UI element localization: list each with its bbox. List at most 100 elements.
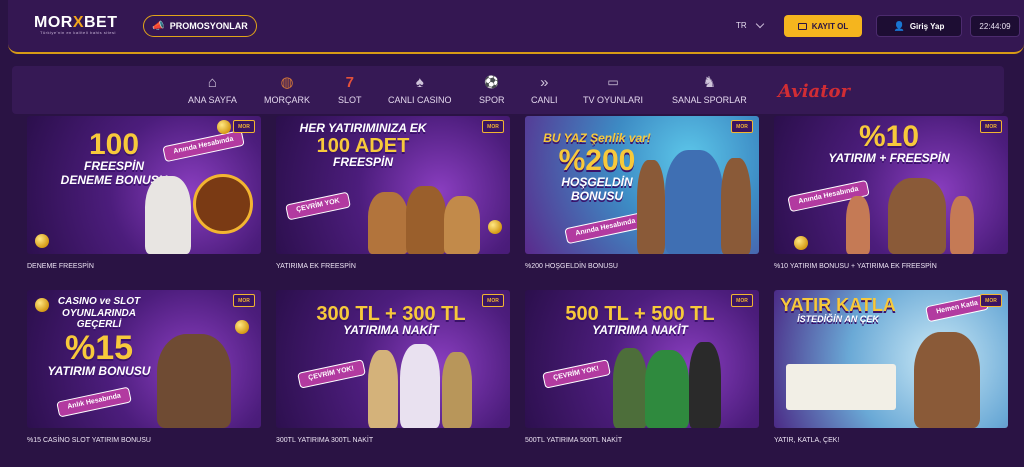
promo-pill: ÇEVRİM YOK! [542, 359, 611, 389]
promo-headline: 300 TL + 300 TL YATIRIMA NAKİT [296, 304, 486, 338]
nav-item-morcark[interactable]: ◍ MORÇARK [264, 74, 310, 105]
promo-caption: 500TL YATIRIMA 500TL NAKİT [525, 437, 623, 444]
top-header: MORXBET Türkiye'nin en kaliteli bahis si… [8, 0, 1024, 54]
main-nav: ⌂ ANA SAYFA ◍ MORÇARK 7 SLOT ♠ CANLI CAS… [12, 66, 1004, 114]
register-icon [797, 22, 807, 30]
promo-badge: MOR [980, 120, 1002, 133]
promo-caption: YATIRIMA EK FREESPİN [276, 263, 356, 270]
logo-tagline: Türkiye'nin en kaliteli bahis sitesi [40, 30, 116, 35]
coin-decoration [488, 220, 502, 234]
promo-big-text: YATIR KATLA [780, 295, 896, 315]
nav-label: TV OYUNLARI [583, 95, 644, 105]
promo-caption: %200 HOŞGELDİN BONUSU [525, 263, 618, 270]
man-figure [888, 178, 946, 254]
language-selector[interactable]: TR [736, 19, 764, 30]
promo-badge: MOR [731, 120, 753, 133]
promo-badge: MOR [731, 294, 753, 307]
register-button[interactable]: KAYIT OL [784, 15, 862, 37]
seven-icon: 7 [345, 73, 354, 91]
promo-badge: MOR [233, 294, 255, 307]
horse-icon: ♞ [702, 74, 717, 91]
nav-item-ana-sayfa[interactable]: ⌂ ANA SAYFA [188, 73, 237, 106]
spade-icon: ♠ [415, 73, 424, 91]
promo-line: CASINO ve SLOT OYUNLARINDA GEÇERLİ [57, 296, 141, 330]
megaphone-icon: 📣 [152, 20, 165, 32]
goddess-figure [368, 350, 398, 428]
dog-figure [444, 196, 480, 254]
promo-banner[interactable]: YATIR KATLA İSTEDİĞİN AN ÇEK Hemen Katla… [774, 290, 1008, 428]
promo-banner[interactable]: 300 TL + 300 TL YATIRIMA NAKİT ÇEVRİM YO… [276, 290, 510, 428]
man-figure [637, 160, 665, 254]
man-figure [914, 332, 980, 428]
promo-banner[interactable]: %10 YATIRIM + FREESPİN Anında Hesabında … [774, 116, 1008, 254]
home-icon: ⌂ [207, 73, 217, 91]
promo-big-text: %15 [64, 328, 134, 367]
promo-caption: YATIR, KATLA, ÇEK! [774, 437, 840, 444]
old-man-figure [157, 334, 231, 428]
promo-big-text: 500 TL + 500 TL [565, 303, 715, 325]
hunter-figure [613, 348, 647, 428]
coin-decoration [35, 298, 49, 312]
zeus-figure [400, 344, 440, 428]
user-icon: 👤 [893, 20, 905, 31]
promo-line: FREESPİN [83, 159, 144, 173]
promo-badge: MOR [980, 294, 1002, 307]
live-icon: » [540, 73, 549, 91]
nav-item-canli[interactable]: » CANLI [531, 73, 558, 106]
nav-item-tv-oyunlari[interactable]: ▭ TV OYUNLARI [583, 74, 643, 105]
woman-figure [950, 196, 974, 254]
promo-headline: CASINO ve SLOT OYUNLARINDA GEÇERLİ %15 Y… [39, 296, 159, 378]
promo-banner[interactable]: HER YATIRIMINIZA EK 100 ADET FREESPİN ÇE… [276, 116, 510, 254]
promo-big-text: %10 [858, 120, 920, 153]
promo-headline: HER YATIRIMINIZA EK 100 ADET FREESPİN [288, 121, 438, 170]
wheel-icon: ◍ [280, 74, 294, 91]
wheel-figure [193, 174, 253, 234]
nav-label: SANAL SPORLAR [672, 95, 747, 105]
promo-caption: 300TL YATIRIMA 300TL NAKİT [276, 437, 374, 444]
promo-line: YATIRIMA NAKİT [592, 323, 688, 337]
promo-banner[interactable]: BU YAZ Şenlik var! %200 HOŞGELDİN BONUSU… [525, 116, 759, 254]
promo-caption: DENEME FREESPİN [27, 263, 94, 270]
language-label: TR [736, 21, 747, 30]
coin-decoration [794, 236, 808, 250]
nav-item-slot[interactable]: 7 SLOT [338, 73, 362, 106]
login-button[interactable]: 👤 Giriş Yap [876, 15, 962, 37]
promo-banner[interactable]: 500 TL + 500 TL YATIRIMA NAKİT ÇEVRİM YO… [525, 290, 759, 428]
dog-figure [406, 186, 446, 254]
promo-line: İSTEDİĞİN AN ÇEK [797, 314, 879, 324]
promo-headline: %10 YATIRIM + FREESPİN [814, 122, 964, 166]
panda-figure [145, 176, 191, 254]
coin-decoration [217, 120, 231, 134]
tv-icon: ▭ [607, 75, 619, 89]
nav-item-spor[interactable]: ⚽ SPOR [479, 74, 505, 105]
nav-label: SPOR [479, 95, 505, 105]
clock: 22:44:09 [970, 15, 1020, 37]
man-figure [721, 158, 751, 254]
promo-pill: Anında Hesabında [564, 211, 647, 244]
promo-line: FREESPİN [332, 154, 393, 169]
nav-label: ANA SAYFA [188, 95, 237, 105]
promo-banner[interactable]: CASINO ve SLOT OYUNLARINDA GEÇERLİ %15 Y… [27, 290, 261, 428]
promo-line: YATIRIM BONUSU [47, 363, 151, 378]
dog-figure [368, 192, 408, 254]
promo-caption: %15 CASİNO SLOT YATIRIM BONUSU [27, 437, 151, 444]
promotions-button[interactable]: 📣 PROMOSYONLAR [143, 15, 257, 37]
logo-text-x: X [72, 14, 84, 31]
promo-pill: Anlık Hesabında [56, 386, 133, 418]
logo-text-bet: BET [84, 14, 118, 31]
goddess-figure [442, 352, 472, 428]
aviator-link[interactable]: Aviator [778, 81, 850, 102]
promo-line: YATIRIMA NAKİT [343, 323, 439, 337]
coin-decoration [235, 320, 249, 334]
promo-big-text: 100 ADET [316, 134, 410, 157]
promo-badge: MOR [233, 120, 255, 133]
promo-badge: MOR [482, 294, 504, 307]
site-logo[interactable]: MORXBET Türkiye'nin en kaliteli bahis si… [34, 14, 118, 35]
nav-item-sanal-sporlar[interactable]: ♞ SANAL SPORLAR [672, 74, 747, 105]
man-figure [665, 150, 723, 254]
promo-banner[interactable]: 100 FREESPİN DENEME BONUSU Anında Hesabı… [27, 116, 261, 254]
nav-label: SLOT [338, 95, 362, 105]
nav-item-canli-casino[interactable]: ♠ CANLI CASINO [388, 73, 452, 106]
promotions-label: PROMOSYONLAR [169, 21, 248, 31]
football-icon: ⚽ [484, 75, 500, 89]
